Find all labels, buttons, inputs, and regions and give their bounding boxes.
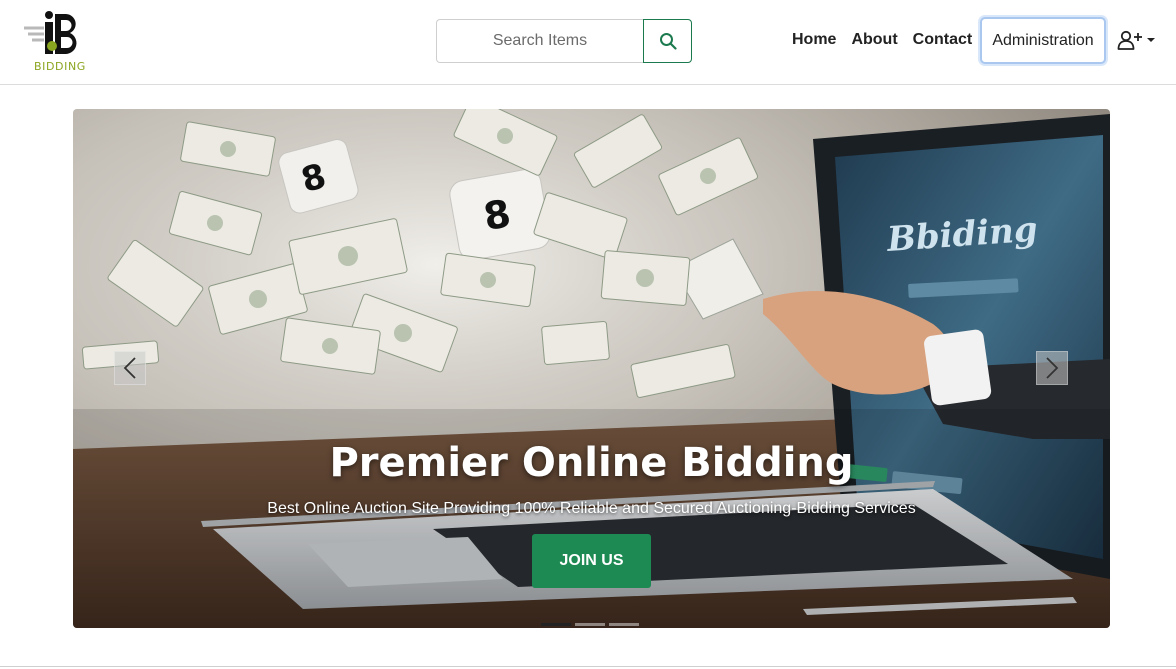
top-navbar: BIDDING Home About Contact Administratio… bbox=[0, 0, 1176, 85]
caret-down-icon bbox=[1147, 38, 1155, 42]
search-form bbox=[436, 19, 692, 63]
nav-home-link[interactable]: Home bbox=[792, 30, 836, 52]
search-button[interactable] bbox=[643, 19, 692, 63]
user-menu-toggle[interactable] bbox=[1117, 28, 1159, 52]
user-plus-icon bbox=[1117, 30, 1142, 50]
administration-button[interactable]: Administration bbox=[980, 17, 1106, 64]
page-divider bbox=[0, 666, 1176, 667]
hero-subtitle: Best Online Auction Site Providing 100% … bbox=[267, 500, 916, 517]
chevron-left-icon bbox=[123, 357, 136, 379]
carousel-prev-button[interactable] bbox=[114, 351, 146, 385]
logo-text: BIDDING bbox=[34, 60, 86, 73]
hero-carousel: Bbiding 8 8 Premier Online Bidding Best … bbox=[73, 109, 1110, 628]
logo-mark-icon bbox=[24, 11, 77, 54]
carousel-indicator-3[interactable] bbox=[609, 623, 639, 626]
carousel-indicator-2[interactable] bbox=[575, 623, 605, 626]
hero-title: Premier Online Bidding bbox=[329, 440, 854, 486]
hero-caption: Premier Online Bidding Best Online Aucti… bbox=[73, 439, 1110, 519]
carousel-indicators bbox=[541, 623, 639, 626]
carousel-indicator-1[interactable] bbox=[541, 623, 571, 626]
brand-logo[interactable]: BIDDING bbox=[20, 10, 90, 74]
nav-contact-link[interactable]: Contact bbox=[913, 30, 973, 52]
chevron-right-icon bbox=[1046, 357, 1059, 379]
join-us-button[interactable]: JOIN US bbox=[532, 534, 651, 588]
main-nav: Home About Contact bbox=[792, 30, 972, 52]
search-input[interactable] bbox=[436, 19, 643, 63]
carousel-next-button[interactable] bbox=[1036, 351, 1068, 385]
search-icon bbox=[659, 33, 677, 50]
nav-about-link[interactable]: About bbox=[851, 30, 897, 52]
